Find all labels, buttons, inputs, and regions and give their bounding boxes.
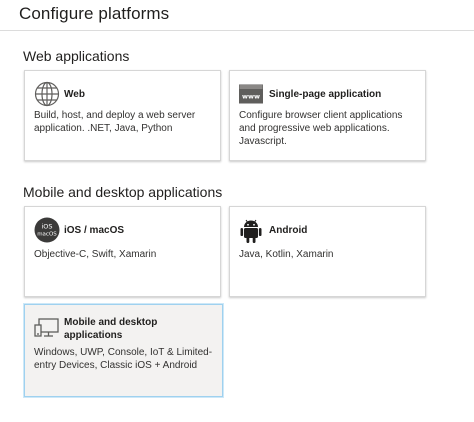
card-description-web: Build, host, and deploy a web server app… — [34, 110, 196, 134]
platform-card-mobile-desktop[interactable]: Mobile and desktop applications Windows,… — [24, 304, 223, 397]
card-title-spa: Single-page application — [269, 89, 382, 100]
svg-text:macOS: macOS — [37, 232, 57, 238]
desktop-mobile-icon — [34, 317, 60, 339]
platform-card-web[interactable]: Web Build, host, and deploy a web server… — [24, 70, 221, 161]
card-description-mobile-desktop: Windows, UWP, Console, IoT & Limited-ent… — [34, 347, 213, 371]
card-title-web: Web — [64, 89, 85, 100]
page-title: Configure platforms — [19, 4, 170, 23]
svg-text:www: www — [242, 93, 260, 101]
platform-card-spa[interactable]: www Single-page application Configure br… — [229, 70, 426, 161]
svg-text:iOS: iOS — [41, 223, 52, 231]
card-title-android: Android — [269, 225, 308, 236]
card-description-spa: Configure browser client applications an… — [239, 110, 403, 147]
dialog-header: Configure platforms — [0, 0, 474, 31]
card-title-ios: iOS / macOS — [64, 225, 125, 236]
card-title-mobile-desktop: Mobile and desktop applications — [64, 317, 158, 341]
ios-macos-icon: iOS macOS — [34, 217, 60, 243]
platform-card-android[interactable]: Android Java, Kotlin, Xamarin — [229, 206, 426, 297]
globe-icon — [34, 81, 60, 107]
section-title-web: Web applications — [23, 48, 130, 64]
section-title-mobile-desktop: Mobile and desktop applications — [23, 184, 223, 200]
android-icon — [240, 218, 262, 244]
www-window-icon: www — [239, 83, 263, 105]
platform-card-ios[interactable]: iOS macOS iOS / macOS Objective-C, Swift… — [24, 206, 221, 297]
card-description-ios: Objective-C, Swift, Xamarin — [34, 249, 157, 260]
card-description-android: Java, Kotlin, Xamarin — [239, 249, 334, 260]
